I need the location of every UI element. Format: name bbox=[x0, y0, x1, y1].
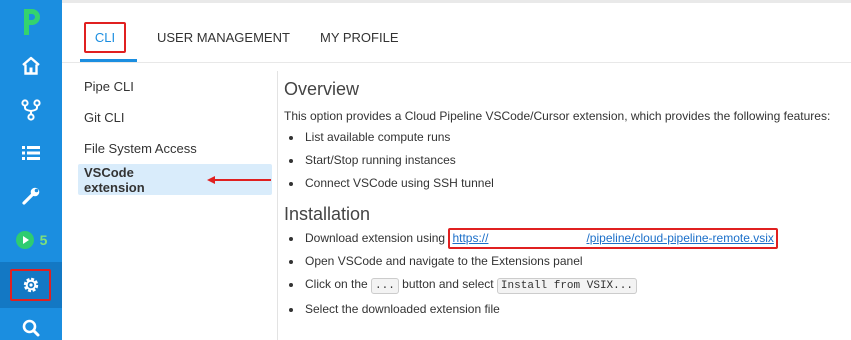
ellipsis-button-code: ... bbox=[371, 278, 399, 294]
submenu-item-label: Pipe CLI bbox=[84, 79, 134, 94]
list-item: Connect VSCode using SSH tunnel bbox=[284, 172, 844, 195]
settings-gear-button[interactable] bbox=[0, 262, 62, 308]
submenu-item-file-system-access[interactable]: File System Access bbox=[78, 133, 272, 164]
vscode-extension-content: Overview This option provides a Cloud Pi… bbox=[284, 78, 844, 321]
installation-heading: Installation bbox=[284, 204, 371, 224]
settings-tabs: CLI USER MANAGEMENT MY PROFILE bbox=[62, 3, 851, 63]
install-from-vsix-code: Install from VSIX... bbox=[496, 278, 637, 294]
submenu-item-label: VSCode extension bbox=[84, 164, 145, 195]
cli-submenu: Pipe CLI Git CLI File System Access VSCo… bbox=[78, 71, 272, 195]
download-prefix-text: Download extension using bbox=[305, 231, 449, 245]
step3-prefix-text: Click on the bbox=[305, 277, 372, 291]
settings-highlight-box bbox=[10, 269, 51, 301]
installation-steps: Download extension using https:// /pipeli… bbox=[284, 227, 844, 321]
download-link-highlight: https:// /pipeline/cloud-pipeline-remote.… bbox=[448, 228, 778, 249]
step3-mid-text: button and select bbox=[398, 277, 497, 291]
active-runs-indicator[interactable]: 5 bbox=[0, 218, 62, 262]
arrow-left-icon bbox=[206, 175, 272, 185]
link-end-text: /pipeline/cloud-pipeline-remote.vsix bbox=[586, 231, 774, 245]
tools-wrench-icon[interactable] bbox=[0, 174, 62, 218]
tab-my-profile[interactable]: MY PROFILE bbox=[320, 30, 399, 45]
tab-cli[interactable]: CLI bbox=[84, 22, 126, 53]
submenu-item-label: File System Access bbox=[84, 141, 197, 156]
overview-heading: Overview bbox=[284, 79, 360, 99]
list-item: Select the downloaded extension file bbox=[284, 298, 844, 321]
link-start-text: https:// bbox=[452, 231, 489, 245]
runs-list-icon[interactable] bbox=[0, 131, 62, 175]
submenu-item-pipe-cli[interactable]: Pipe CLI bbox=[78, 71, 272, 102]
list-item: Start/Stop running instances bbox=[284, 149, 844, 172]
tab-user-management[interactable]: USER MANAGEMENT bbox=[157, 30, 290, 45]
overview-intro: This option provides a Cloud Pipeline VS… bbox=[284, 109, 831, 123]
submenu-item-git-cli[interactable]: Git CLI bbox=[78, 102, 272, 133]
panel-divider bbox=[277, 71, 278, 340]
search-icon[interactable] bbox=[0, 308, 62, 340]
play-circle-icon bbox=[15, 231, 34, 249]
active-runs-count: 5 bbox=[39, 232, 48, 248]
features-list: List available compute runs Start/Stop r… bbox=[284, 126, 844, 195]
active-tab-indicator bbox=[80, 59, 137, 62]
list-item: Download extension using https:// /pipeli… bbox=[284, 227, 844, 250]
list-item: List available compute runs bbox=[284, 126, 844, 149]
list-item: Click on the ... button and select Insta… bbox=[284, 273, 844, 298]
home-icon[interactable] bbox=[0, 44, 62, 88]
app-logo-icon[interactable] bbox=[0, 4, 62, 40]
list-item: Open VSCode and navigate to the Extensio… bbox=[284, 250, 844, 273]
extension-download-link[interactable]: https:// /pipeline/cloud-pipeline-remote.… bbox=[452, 231, 773, 245]
submenu-item-vscode-extension[interactable]: VSCode extension bbox=[78, 164, 272, 195]
pipelines-branch-icon[interactable] bbox=[0, 88, 62, 132]
submenu-item-label: Git CLI bbox=[84, 110, 125, 125]
nav-rail: 5 bbox=[0, 0, 62, 340]
app-window: 5 CLI USER MANAGEMENT MY PROFILE Pipe CL… bbox=[0, 0, 851, 340]
